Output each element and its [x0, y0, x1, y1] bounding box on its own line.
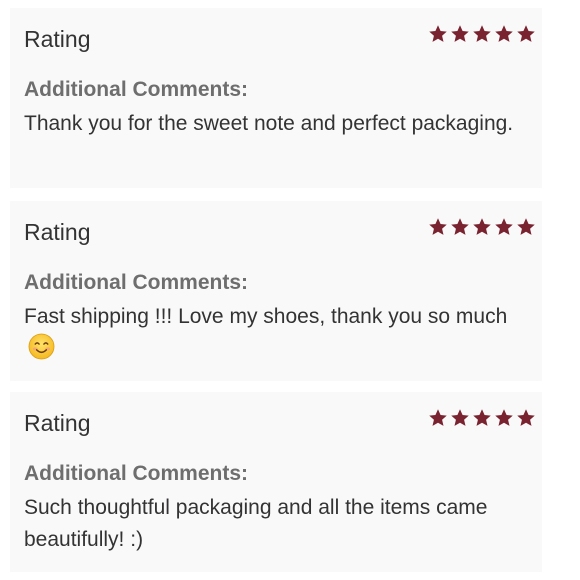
star-icon [428, 217, 448, 237]
review-comment: Such thoughtful packaging and all the it… [24, 492, 524, 556]
review-comment-text: Such thoughtful packaging and all the it… [24, 496, 488, 551]
rating-label: Rating [24, 26, 91, 52]
rating-label: Rating [24, 219, 91, 245]
review-card: Rating Additional Comments: Such thought… [10, 392, 542, 572]
star-icon [516, 24, 536, 44]
star-icon [450, 24, 470, 44]
additional-comments-label: Additional Comments: [24, 78, 248, 101]
star-icon [472, 217, 492, 237]
star-icon [472, 408, 492, 428]
rating-label: Rating [24, 410, 91, 436]
review-comment: Fast shipping !!! Love my shoes, thank y… [24, 301, 524, 365]
star-rating [428, 408, 536, 428]
review-card: Rating Additional Comments: Thank you fo… [10, 8, 542, 188]
review-card: Rating Additional Comments: Fast shippin… [10, 201, 542, 381]
star-icon [494, 217, 514, 237]
star-icon [428, 408, 448, 428]
star-icon [428, 24, 448, 44]
star-icon [494, 408, 514, 428]
star-icon [516, 217, 536, 237]
smiling-face-icon [28, 333, 55, 360]
review-comment: Thank you for the sweet note and perfect… [24, 108, 524, 140]
star-rating [428, 24, 536, 44]
additional-comments-label: Additional Comments: [24, 271, 248, 294]
star-icon [516, 408, 536, 428]
star-icon [450, 217, 470, 237]
star-icon [494, 24, 514, 44]
review-comment-text: Thank you for the sweet note and perfect… [24, 112, 514, 135]
review-comment-text: Fast shipping !!! Love my shoes, thank y… [24, 305, 508, 328]
star-icon [472, 24, 492, 44]
additional-comments-label: Additional Comments: [24, 462, 248, 485]
star-rating [428, 217, 536, 237]
star-icon [450, 408, 470, 428]
